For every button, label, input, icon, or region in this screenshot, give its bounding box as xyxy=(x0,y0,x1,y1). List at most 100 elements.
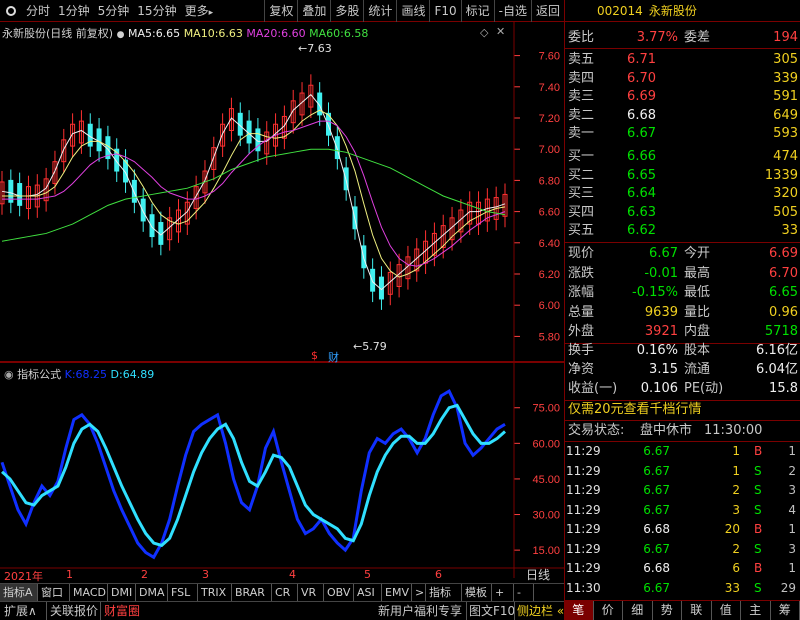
ma5-label: MA5: xyxy=(127,27,156,40)
indicator-tab[interactable]: DMI xyxy=(108,584,136,602)
stat-label: 换手 xyxy=(568,343,595,358)
row-label: 买三 xyxy=(568,186,595,202)
side-tab[interactable]: 值 xyxy=(712,601,741,620)
indicator-tab[interactable]: CR xyxy=(272,584,298,602)
side-tab[interactable]: 笔 xyxy=(564,601,594,620)
buy-level-row[interactable]: 买五 6.62 33 xyxy=(564,221,800,241)
trade-time: 11:29 xyxy=(566,502,601,517)
buy-level-row[interactable]: 买四 6.63 505 xyxy=(564,203,800,223)
stat-label: 股本 xyxy=(684,343,711,358)
dividend-icon[interactable]: $ xyxy=(311,349,318,362)
stat-label: 最低 xyxy=(684,285,711,301)
f10-button[interactable]: F10 xyxy=(429,0,460,22)
trade-count: 29 xyxy=(780,580,796,595)
wealth-circle-button[interactable]: 财富圈 xyxy=(100,602,140,620)
trade-price: 6.67 xyxy=(643,541,670,556)
multi-stock-button[interactable]: 多股 xyxy=(330,0,363,22)
promo-link[interactable]: 仅需20元查看千档行情 xyxy=(564,400,800,420)
stat-label: 现价 xyxy=(568,246,595,261)
tab-more[interactable]: 更多▸ xyxy=(181,0,218,22)
fundamental-row: 净资 3.15 流通 6.04亿 xyxy=(564,360,800,380)
stat-value: 0.16% xyxy=(636,343,678,358)
indicator-tab[interactable]: 模板 xyxy=(462,584,492,602)
side-tab[interactable]: 联 xyxy=(682,601,712,620)
indicator-tab[interactable]: 指标B xyxy=(426,584,462,617)
back-button[interactable]: 返回 xyxy=(530,0,564,22)
expand-button[interactable]: 扩展∧ xyxy=(4,602,37,620)
side-tab[interactable]: 细 xyxy=(623,601,653,620)
restore-rights-button[interactable]: 复权 xyxy=(264,0,297,22)
indicator-tab[interactable]: - xyxy=(514,584,534,602)
side-tab[interactable]: 筹 xyxy=(771,601,800,620)
indicator-tab[interactable]: 指标A xyxy=(0,584,38,602)
row-volume: 505 xyxy=(773,204,798,220)
settings-gear-icon[interactable] xyxy=(0,0,22,22)
trade-row: 11:29 6.68 6 B 1 xyxy=(564,559,800,578)
finance-report-icon[interactable]: 财 xyxy=(328,349,339,365)
indicator-tab[interactable]: BRAR xyxy=(232,584,272,602)
new-user-benefit-link[interactable]: 新用户福利专享 xyxy=(378,602,462,620)
f10-graphic-button[interactable]: 图文F10 xyxy=(466,602,515,620)
trade-volume: 20 xyxy=(724,522,740,536)
sell-level-row[interactable]: 卖一 6.67 593 xyxy=(564,124,800,144)
tab-intraday[interactable]: 分时 xyxy=(22,0,54,22)
ma20-label: MA20: xyxy=(246,27,282,40)
trade-time: 11:29 xyxy=(566,522,601,536)
month-label: 6 xyxy=(435,568,442,581)
indicator-tab[interactable]: OBV xyxy=(324,584,354,602)
tab-5min[interactable]: 5分钟 xyxy=(94,0,134,22)
indicator-tab[interactable]: EMV xyxy=(382,584,412,602)
tab-1min[interactable]: 1分钟 xyxy=(54,0,94,22)
stat-value: 6.67 xyxy=(649,246,678,261)
sell-level-row[interactable]: 卖四 6.70 339 xyxy=(564,69,800,89)
indicator-tab[interactable]: VR xyxy=(298,584,324,602)
indicator-tab[interactable]: DMA xyxy=(136,584,168,602)
period-label[interactable]: 日线 xyxy=(526,566,550,583)
buy-level-row[interactable]: 买二 6.65 1339 xyxy=(564,166,800,186)
mark-button[interactable]: 标记 xyxy=(460,0,494,22)
remove-watchlist-button[interactable]: -自选 xyxy=(493,0,531,22)
kdj-tick-label: 30.00 xyxy=(532,510,560,522)
sell-level-row[interactable]: 卖三 6.69 591 xyxy=(564,87,800,107)
related-quotes-button[interactable]: 关联报价 xyxy=(46,602,98,620)
indicator-tab[interactable]: > xyxy=(412,584,426,602)
sell-level-row[interactable]: 卖五 6.71 305 xyxy=(564,50,800,70)
diamond-icon[interactable]: ◇ xyxy=(480,26,488,39)
trade-count: 1 xyxy=(788,444,796,458)
statistics-button[interactable]: 统计 xyxy=(363,0,396,22)
sell-level-row[interactable]: 卖二 6.68 649 xyxy=(564,106,800,126)
indicator-tab[interactable]: MACD xyxy=(70,584,108,602)
row-price: 6.65 xyxy=(627,167,656,183)
indicator-tab[interactable]: + xyxy=(492,584,514,602)
overlay-button[interactable]: 叠加 xyxy=(297,0,330,22)
row-price: 6.63 xyxy=(627,204,656,220)
row-volume: 33 xyxy=(781,223,798,239)
candle-body xyxy=(131,179,137,203)
indicator-tab[interactable]: 窗口 xyxy=(38,584,70,602)
trade-price: 6.67 xyxy=(643,463,670,478)
trade-row: 11:29 6.68 20 B 1 xyxy=(564,520,800,539)
chart-area[interactable]: 7.60 7.40 7.20 7.00 6.80 6.60 6.40 6.20 6.00 5.80… xyxy=(0,22,564,620)
kdj-lines xyxy=(0,388,506,560)
kdj-axis: 75.00 60.00 45.00 30.00 15.00 xyxy=(514,403,560,557)
indicator-tab[interactable]: ASI xyxy=(354,584,382,602)
buy-level-row[interactable]: 买一 6.66 474 xyxy=(564,147,800,167)
stat-label: 总量 xyxy=(568,304,595,320)
draw-line-button[interactable]: 画线 xyxy=(396,0,429,22)
side-tab[interactable]: 价 xyxy=(594,601,623,620)
trade-volume: 1 xyxy=(732,463,740,478)
divider xyxy=(564,242,800,243)
row-volume: 593 xyxy=(773,126,798,142)
buy-level-row[interactable]: 买三 6.64 320 xyxy=(564,184,800,204)
sidebar-toggle-button[interactable]: 侧边栏 « xyxy=(514,602,564,620)
stat-label: 流通 xyxy=(684,362,711,377)
indicator-tab[interactable]: FSL xyxy=(168,584,198,602)
side-tab[interactable]: 主 xyxy=(741,601,771,620)
row-label: 买四 xyxy=(568,204,595,220)
close-icon[interactable]: ✕ xyxy=(496,25,505,38)
indicator-title[interactable]: ◉ 指标公式 K:68.25 D:64.89 xyxy=(4,366,154,382)
indicator-tab[interactable]: TRIX xyxy=(198,584,232,602)
trade-side: S xyxy=(754,580,762,595)
tab-15min[interactable]: 15分钟 xyxy=(133,0,180,22)
side-tab[interactable]: 势 xyxy=(653,601,682,620)
